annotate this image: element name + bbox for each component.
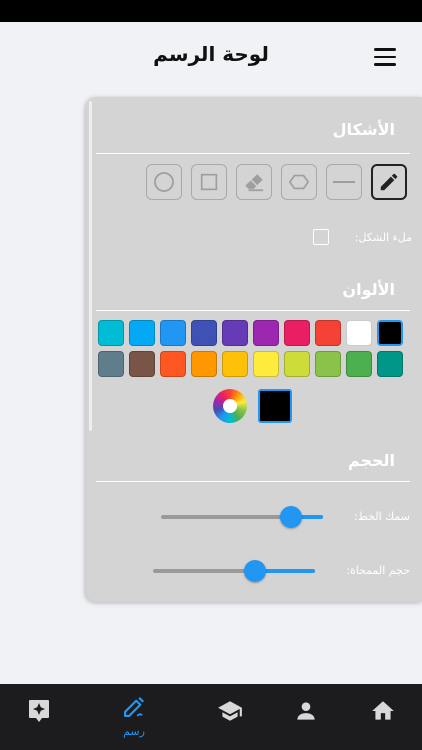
tab-home[interactable] (353, 698, 413, 728)
current-color-swatch[interactable] (258, 389, 292, 423)
circle-tool-button[interactable] (146, 164, 182, 200)
colors-divider (96, 310, 410, 311)
pencil-icon (380, 173, 398, 191)
page-title: لوحة الرسم (153, 42, 269, 66)
circle-icon (154, 172, 174, 192)
color-swatch[interactable] (284, 351, 310, 377)
color-swatch[interactable] (98, 351, 124, 377)
tab-profile[interactable] (276, 698, 336, 728)
color-swatch[interactable] (377, 320, 403, 346)
stroke-width-slider[interactable] (161, 506, 323, 528)
color-swatch[interactable] (129, 320, 155, 346)
eraser-size-slider-thumb[interactable] (244, 560, 267, 582)
eraser-tool-button[interactable] (236, 164, 272, 200)
hamburger-menu-icon (374, 48, 396, 51)
stroke-width-slider-thumb[interactable] (279, 506, 302, 528)
hexagon-tool-button[interactable] (281, 164, 317, 200)
eraser-icon (245, 174, 264, 192)
draw-icon (123, 696, 145, 718)
fill-shape-label: ملء الشكل: (354, 231, 412, 244)
color-swatch[interactable] (253, 351, 279, 377)
tab-learn[interactable] (200, 698, 260, 728)
home-icon (372, 701, 394, 720)
color-swatch[interactable] (222, 320, 248, 346)
graduation-cap-icon (218, 701, 242, 721)
status-bar (0, 0, 422, 22)
line-tool-button[interactable] (326, 164, 362, 200)
colors-section-title: الألوان (342, 280, 395, 299)
color-swatch[interactable] (346, 351, 372, 377)
color-swatch[interactable] (315, 320, 341, 346)
color-swatch[interactable] (160, 320, 186, 346)
color-swatch[interactable] (284, 320, 310, 346)
tools-panel: الأشكال ملء الشكل: الألوان الحجم سمك الخ… (86, 97, 422, 602)
square-icon (200, 173, 218, 191)
tab-draw[interactable]: رسم (104, 694, 164, 738)
color-wheel-icon[interactable] (213, 389, 247, 423)
line-icon (333, 181, 355, 183)
pencil-tool-button[interactable] (371, 164, 407, 200)
square-tool-button[interactable] (191, 164, 227, 200)
shapes-divider (96, 153, 410, 154)
stroke-width-label: سمك الخط: (354, 510, 410, 523)
sparkle-badge-icon (29, 700, 49, 722)
tab-draw-label: رسم (123, 725, 145, 738)
shapes-section-title: الأشكال (332, 120, 395, 139)
color-swatch[interactable] (191, 320, 217, 346)
color-swatch[interactable] (346, 320, 372, 346)
color-swatch[interactable] (222, 351, 248, 377)
eraser-size-label: حجم الممحاة: (346, 564, 410, 577)
tab-sparkle[interactable] (9, 698, 69, 728)
color-swatch[interactable] (160, 351, 186, 377)
color-swatch[interactable] (191, 351, 217, 377)
panel-scrollbar[interactable] (89, 101, 92, 431)
color-swatch[interactable] (315, 351, 341, 377)
size-divider (96, 481, 410, 482)
person-icon (297, 702, 315, 720)
hexagon-icon (288, 174, 310, 190)
fill-shape-checkbox[interactable] (313, 229, 329, 245)
eraser-size-slider[interactable] (153, 560, 315, 582)
color-swatch[interactable] (377, 351, 403, 377)
color-swatch[interactable] (129, 351, 155, 377)
menu-button[interactable] (374, 48, 396, 66)
bottom-tab-bar: رسم (0, 684, 422, 750)
size-section-title: الحجم (347, 451, 395, 470)
color-swatch[interactable] (253, 320, 279, 346)
app-header: لوحة الرسم (0, 22, 422, 88)
color-swatch[interactable] (98, 320, 124, 346)
